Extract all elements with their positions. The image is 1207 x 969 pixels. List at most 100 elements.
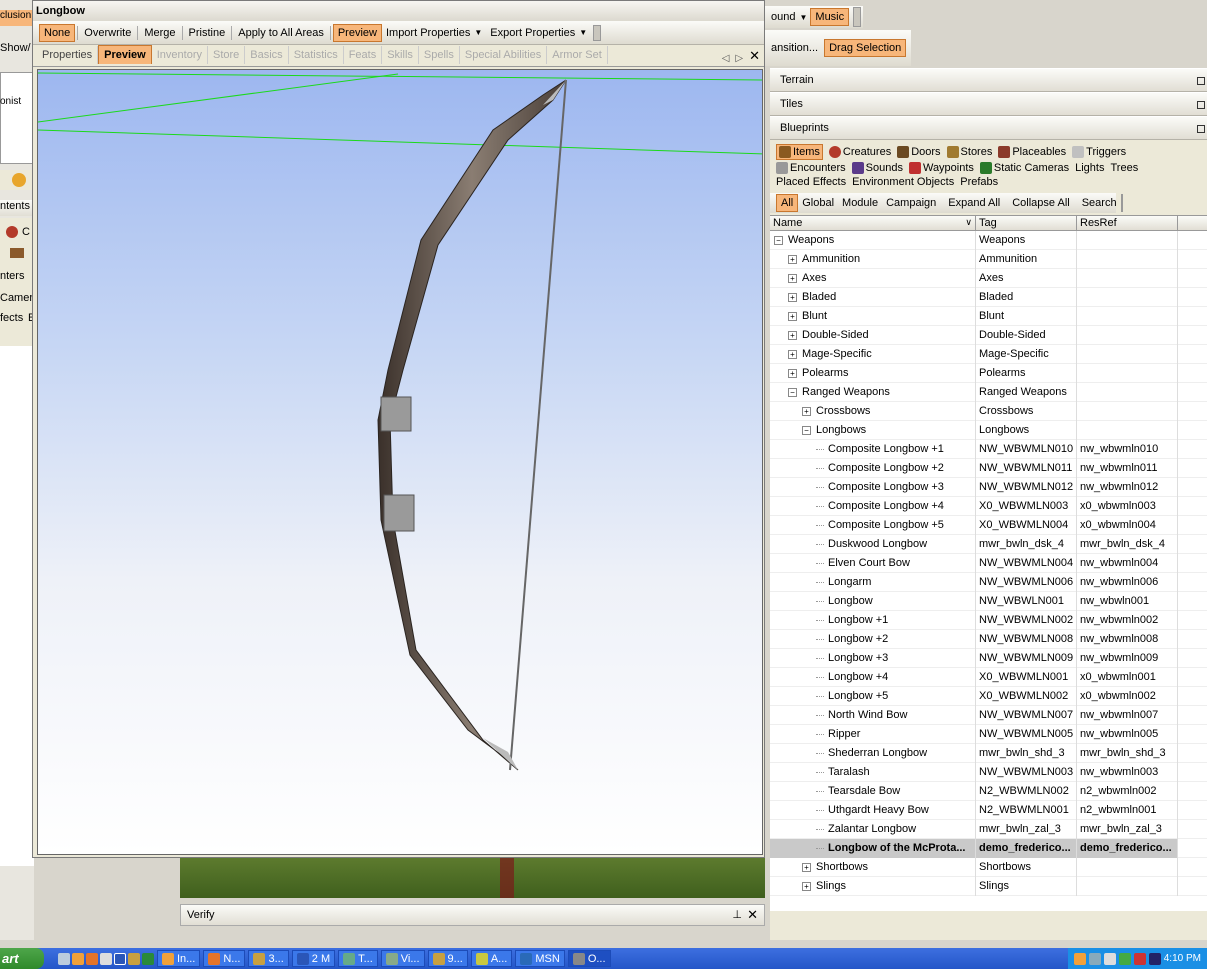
- taskbar-button[interactable]: 3...: [248, 950, 289, 967]
- tree-row[interactable]: + Crossbows Crossbows: [770, 401, 1207, 421]
- word-icon[interactable]: [114, 952, 126, 965]
- taskbar-button[interactable]: Vi...: [380, 950, 425, 967]
- collapse-all-button[interactable]: Collapse All: [1008, 195, 1073, 211]
- expand-icon[interactable]: +: [788, 292, 797, 302]
- taskbar-button[interactable]: A...: [470, 950, 513, 967]
- tree-row[interactable]: Composite Longbow +4 X0_WBWMLN003 x0_wbwml…: [770, 496, 1207, 516]
- expand-all-button[interactable]: Expand All: [944, 195, 1004, 211]
- sound-dropdown[interactable]: ound: [767, 9, 799, 25]
- tree-cell-name[interactable]: Duskwood Longbow: [770, 534, 976, 554]
- tree-row[interactable]: + Blunt Blunt: [770, 306, 1207, 326]
- filter-campaign-button[interactable]: Campaign: [882, 195, 940, 211]
- tray-icon[interactable]: [1118, 952, 1131, 965]
- collapse-icon[interactable]: −: [788, 387, 797, 397]
- start-button[interactable]: art: [0, 948, 44, 969]
- tree-row[interactable]: Longbow NW_WBWLN001 nw_wbwln001: [770, 591, 1207, 611]
- firefox-icon[interactable]: [86, 952, 98, 965]
- column-name[interactable]: Name ∨: [770, 216, 976, 230]
- filter-global-button[interactable]: Global: [798, 195, 838, 211]
- blueprint-creatures-tab[interactable]: Creatures: [828, 144, 891, 160]
- tree-cell-name[interactable]: Longbow +1: [770, 610, 976, 630]
- export-properties-button[interactable]: Export Properties: [486, 25, 579, 41]
- toolbar-grip[interactable]: [853, 7, 862, 27]
- music-button[interactable]: Music: [810, 8, 850, 26]
- import-properties-button[interactable]: Import Properties: [382, 25, 474, 41]
- tree-row[interactable]: North Wind Bow NW_WBWMLN007 nw_wbwmln007: [770, 705, 1207, 725]
- blueprint-tree[interactable]: − Weapons Weapons + Ammunition Ammunition + Axe…: [770, 231, 1207, 911]
- show-label[interactable]: Show/: [0, 42, 31, 54]
- preview-button[interactable]: Preview: [332, 23, 382, 42]
- none-button[interactable]: None: [39, 23, 76, 42]
- tray-icon[interactable]: [1148, 952, 1161, 965]
- filter-all-button[interactable]: All: [776, 194, 799, 212]
- blueprint-trees-tab[interactable]: Trees: [1110, 162, 1138, 174]
- tree-cell-name[interactable]: Elven Court Bow: [770, 553, 976, 573]
- tree-row[interactable]: Longbow of the McProta... demo_frederico.…: [770, 838, 1207, 858]
- expand-icon[interactable]: +: [788, 254, 797, 264]
- tree-row[interactable]: Uthgardt Heavy Bow N2_WBWMLN001 n2_wbwmln0…: [770, 800, 1207, 820]
- model-preview[interactable]: [37, 69, 763, 855]
- effects-fragment[interactable]: fects: [0, 312, 23, 324]
- restore-icon[interactable]: [1197, 101, 1205, 109]
- toolbar-grip[interactable]: [593, 24, 602, 41]
- overwrite-button[interactable]: Overwrite: [80, 25, 135, 41]
- tree-row[interactable]: Composite Longbow +3 NW_WBWMLN012 nw_wbwml…: [770, 477, 1207, 497]
- pristine-button[interactable]: Pristine: [185, 25, 230, 41]
- apply-all-areas-button[interactable]: Apply to All Areas: [234, 25, 328, 41]
- tree-cell-name[interactable]: Longbow: [770, 591, 976, 611]
- tree-row[interactable]: Longbow +3 NW_WBWMLN009 nw_wbwmln009: [770, 648, 1207, 668]
- expand-icon[interactable]: +: [802, 406, 811, 416]
- tree-row[interactable]: + Shortbows Shortbows: [770, 857, 1207, 877]
- tab-special-abilities[interactable]: Special Abilities: [460, 46, 548, 64]
- column-resref[interactable]: ResRef: [1077, 216, 1178, 230]
- tab-feats[interactable]: Feats: [344, 46, 383, 64]
- tree-cell-name[interactable]: Composite Longbow +4: [770, 496, 976, 516]
- taskbar-button[interactable]: In...: [157, 950, 201, 967]
- tray-icon[interactable]: [1133, 952, 1146, 965]
- tree-row[interactable]: Tearsdale Bow N2_WBWMLN002 n2_wbwmln002: [770, 781, 1207, 801]
- taskbar-button[interactable]: O...: [567, 950, 611, 967]
- tree-cell-name[interactable]: + Double-Sided: [770, 325, 976, 345]
- tree-row[interactable]: Shederran Longbow mwr_bwln_shd_3 mwr_bwln_…: [770, 743, 1207, 763]
- close-icon[interactable]: ✕: [747, 907, 758, 923]
- search-button[interactable]: Search: [1078, 195, 1121, 211]
- tree-row[interactable]: Longbow +1 NW_WBWMLN002 nw_wbwmln002: [770, 610, 1207, 630]
- tree-cell-name[interactable]: Tearsdale Bow: [770, 781, 976, 801]
- tree-row[interactable]: Longarm NW_WBWMLN006 nw_wbwmln006: [770, 572, 1207, 592]
- merge-button[interactable]: Merge: [140, 25, 179, 41]
- quicklaunch-icon[interactable]: [72, 952, 84, 965]
- taskbar-button[interactable]: 2 M: [291, 950, 336, 967]
- tab-armor-set[interactable]: Armor Set: [547, 46, 608, 64]
- game-viewport[interactable]: [180, 858, 765, 898]
- tree-cell-name[interactable]: Longbow +2: [770, 629, 976, 649]
- expand-icon[interactable]: +: [788, 349, 797, 359]
- tree-row[interactable]: Longbow +4 X0_WBWMLN001 x0_wbwmln001: [770, 667, 1207, 687]
- tab-preview[interactable]: Preview: [98, 45, 152, 64]
- tree-row[interactable]: − Longbows Longbows: [770, 420, 1207, 440]
- close-icon[interactable]: ✕: [749, 48, 760, 64]
- blueprint-items-tab[interactable]: Items: [776, 144, 823, 160]
- tab-skills[interactable]: Skills: [382, 46, 419, 64]
- tree-cell-name[interactable]: Composite Longbow +1: [770, 439, 976, 459]
- restore-icon[interactable]: [1197, 125, 1205, 133]
- tree-row[interactable]: Elven Court Bow NW_WBWMLN004 nw_wbwmln004: [770, 553, 1207, 573]
- taskbar-button[interactable]: 9...: [427, 950, 468, 967]
- tree-row[interactable]: + Bladed Bladed: [770, 287, 1207, 307]
- column-tag[interactable]: Tag: [976, 216, 1077, 230]
- tree-cell-name[interactable]: Longbow +5: [770, 686, 976, 706]
- chat-icon[interactable]: [12, 173, 26, 187]
- blueprint-placed-effects-tab[interactable]: Placed Effects: [776, 176, 846, 188]
- clock[interactable]: 4:10 PM: [1164, 953, 1201, 964]
- tab-properties[interactable]: Properties: [37, 46, 99, 64]
- tiles-section[interactable]: Tiles: [770, 92, 1207, 116]
- quicklaunch-icon[interactable]: [100, 952, 112, 965]
- tab-basics[interactable]: Basics: [245, 46, 289, 64]
- tree-cell-name[interactable]: Taralash: [770, 762, 976, 782]
- tree-cell-name[interactable]: Ripper: [770, 724, 976, 744]
- restore-icon[interactable]: [1197, 77, 1205, 85]
- expand-icon[interactable]: +: [802, 881, 811, 891]
- tree-cell-name[interactable]: + Axes: [770, 268, 976, 288]
- tree-cell-name[interactable]: + Mage-Specific: [770, 344, 976, 364]
- tree-cell-name[interactable]: + Shortbows: [770, 857, 976, 877]
- tab-scroll-left-icon[interactable]: ◁: [722, 53, 730, 64]
